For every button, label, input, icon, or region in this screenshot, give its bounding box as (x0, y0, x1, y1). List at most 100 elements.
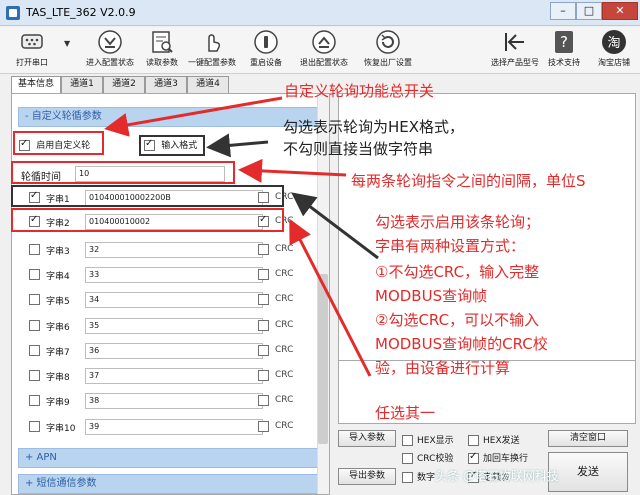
annotation-method1-line2: MODBUS查询帧 (375, 287, 488, 305)
hex-display-label: HEX显示 (417, 436, 454, 446)
crc-label: CRC (275, 320, 294, 330)
tool-label: 选择产品型号 (491, 58, 539, 67)
crc-check-option[interactable]: CRC校验 (402, 451, 453, 464)
string-enable-checkbox[interactable] (29, 421, 40, 432)
string-value-input[interactable]: 36 (85, 343, 263, 359)
string-value-input[interactable]: 32 (85, 242, 263, 258)
minimize-button[interactable]: – (550, 2, 576, 20)
tab-channel-3[interactable]: 通道3 (145, 76, 187, 93)
crc-label: CRC (275, 345, 294, 355)
tech-support-button[interactable]: ? 技术支持 (544, 29, 584, 72)
annotation-interval: 每两条轮询指令之间的间隔，单位S (351, 172, 586, 190)
one-click-config-icon (208, 34, 221, 52)
title-bar: TAS_LTE_362 V2.0.9 – □ ✕ (0, 0, 640, 26)
string-row-8: 字串8 37 CRC (29, 367, 299, 385)
timestamp-label: 数字 (417, 473, 436, 483)
open-serial-button[interactable]: 打开串口 (12, 29, 52, 72)
scrollbar-thumb[interactable] (318, 274, 328, 444)
restart-device-button[interactable]: 重启设备 (246, 29, 286, 72)
sms-section-header[interactable]: + 短信通信参数 (18, 474, 318, 494)
tab-channel-1[interactable]: 通道1 (61, 76, 103, 93)
factory-reset-icon (376, 30, 400, 54)
add-newline-option[interactable]: 加回车换行 (468, 451, 528, 464)
crc-checkbox[interactable] (258, 244, 269, 255)
tool-label: 退出配置状态 (300, 58, 348, 67)
one-click-config-button[interactable]: 一键配置参数 (186, 29, 238, 72)
timestamp-option[interactable]: 数字 (402, 470, 435, 483)
import-params-button[interactable]: 导入参数 (338, 430, 396, 447)
string-row-5: 字串5 34 CRC (29, 291, 299, 309)
interval-highlight (11, 161, 235, 184)
tool-label: 重启设备 (250, 58, 282, 67)
crc-checkbox[interactable] (258, 294, 269, 305)
crc-checkbox[interactable] (258, 320, 269, 331)
hex-display-checkbox[interactable] (402, 435, 413, 446)
string2-highlight (11, 208, 284, 232)
string-value-input[interactable]: 38 (85, 393, 263, 409)
tab-basic-info[interactable]: 基本信息 (11, 76, 61, 94)
crc-check-label: CRC校验 (417, 454, 454, 464)
hex-display-option[interactable]: HEX显示 (402, 433, 454, 446)
crc-label: CRC (275, 294, 294, 304)
timestamp-checkbox[interactable] (402, 472, 413, 483)
annotation-enable1: 勾选表示启用该条轮询； (375, 213, 541, 231)
taobao-store-button[interactable]: 淘 淘宝店铺 (594, 29, 634, 72)
crc-checkbox[interactable] (258, 421, 269, 432)
exit-config-button[interactable]: 退出配置状态 (298, 29, 350, 72)
custom-polling-section-header[interactable]: - 自定义轮循参数 (18, 107, 318, 127)
serial-port-icon (21, 34, 43, 49)
string-enable-checkbox[interactable] (29, 269, 40, 280)
string-value-input[interactable]: 37 (85, 368, 263, 384)
maximize-button[interactable]: □ (576, 2, 602, 20)
annotation-method2-line2: MODBUS查询帧的CRC校 (375, 335, 548, 353)
tool-label: 恢复出厂设置 (364, 58, 412, 67)
select-model-button[interactable]: 选择产品型号 (488, 29, 542, 72)
tool-label: 一键配置参数 (188, 58, 236, 67)
hex-send-option[interactable]: HEX发送 (468, 433, 520, 446)
hex-send-checkbox[interactable] (468, 435, 479, 446)
add-newline-label: 加回车换行 (483, 454, 529, 464)
apn-section-header[interactable]: + APN (18, 448, 318, 468)
string-value-input[interactable]: 39 (85, 419, 263, 435)
string-name: 字串10 (46, 424, 76, 434)
crc-checkbox[interactable] (258, 345, 269, 356)
tool-label: 读取参数 (146, 58, 178, 67)
crc-check-checkbox[interactable] (402, 453, 413, 464)
string-row-3: 字串3 32 CRC (29, 241, 299, 259)
crc-checkbox[interactable] (258, 395, 269, 406)
string-enable-checkbox[interactable] (29, 370, 40, 381)
add-newline-checkbox[interactable] (468, 451, 479, 464)
string-name: 字串3 (46, 247, 70, 257)
string-value-input[interactable]: 34 (85, 292, 263, 308)
chevron-down-icon[interactable]: ▼ (64, 39, 74, 49)
string-value-input[interactable]: 33 (85, 267, 263, 283)
annotation-master-switch: 自定义轮询功能总开关 (284, 82, 435, 100)
string-enable-checkbox[interactable] (29, 320, 40, 331)
tab-channel-2[interactable]: 通道2 (103, 76, 145, 93)
crc-checkbox[interactable] (258, 370, 269, 381)
annotation-choose-one: 任选其一 (375, 404, 436, 422)
crc-label: CRC (275, 395, 294, 405)
help-icon: ? (555, 31, 573, 53)
crc-checkbox[interactable] (258, 269, 269, 280)
crc-label: CRC (275, 269, 294, 279)
send-button[interactable]: 发送 (548, 452, 628, 492)
string-name: 字串5 (46, 297, 70, 307)
enter-config-button[interactable]: 进入配置状态 (84, 29, 136, 72)
string-enable-checkbox[interactable] (29, 294, 40, 305)
close-button[interactable]: ✕ (602, 2, 638, 20)
tool-label: 打开串口 (16, 58, 48, 67)
read-params-button[interactable]: 读取参数 (142, 29, 182, 72)
export-params-button[interactable]: 导出参数 (338, 468, 396, 485)
tool-label: 淘宝店铺 (598, 58, 630, 67)
clear-window-button[interactable]: 清空窗口 (548, 430, 628, 447)
string-enable-checkbox[interactable] (29, 345, 40, 356)
string-enable-checkbox[interactable] (29, 395, 40, 406)
string-value-input[interactable]: 35 (85, 318, 263, 334)
tab-channel-4[interactable]: 通道4 (187, 76, 229, 93)
string-name: 字串8 (46, 373, 70, 383)
factory-reset-button[interactable]: 恢复出厂设置 (362, 29, 414, 72)
string-enable-checkbox[interactable] (29, 244, 40, 255)
hex-send-label: HEX发送 (483, 436, 520, 446)
svg-text:?: ? (560, 33, 568, 51)
